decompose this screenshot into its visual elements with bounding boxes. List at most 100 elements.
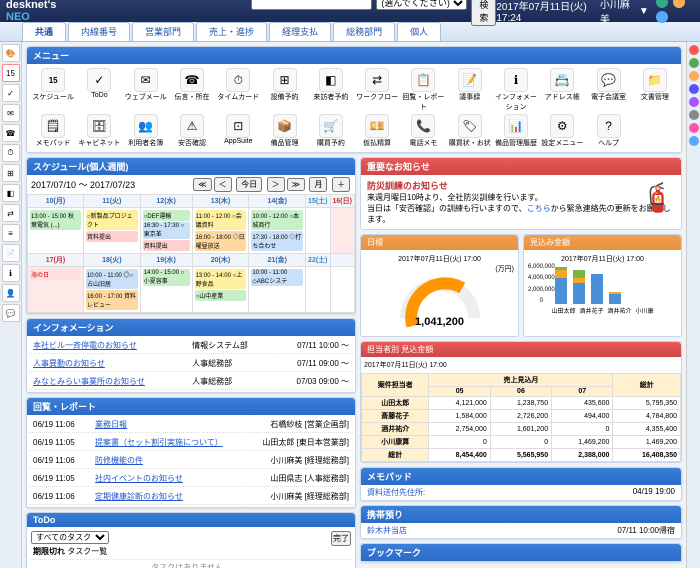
search-category[interactable]: (選んでください) bbox=[376, 0, 467, 10]
app-22[interactable]: 📞電話メモ bbox=[401, 114, 445, 148]
rail-item[interactable]: ⏱ bbox=[2, 144, 20, 162]
bell-icon[interactable] bbox=[673, 0, 685, 8]
ricon[interactable] bbox=[689, 97, 699, 107]
app-21[interactable]: 💴仮払精算 bbox=[355, 114, 399, 148]
search-button[interactable]: 検索 bbox=[471, 0, 496, 26]
sched-prev1[interactable]: ＜ bbox=[214, 177, 232, 192]
app-1[interactable]: ✓ToDo bbox=[77, 68, 121, 112]
user-icon[interactable] bbox=[656, 11, 668, 23]
rail-item[interactable]: ✉ bbox=[2, 104, 20, 122]
event[interactable]: 16:30 - 17:30 ○東京革 bbox=[143, 222, 190, 239]
rail-item[interactable]: 📄 bbox=[2, 244, 20, 262]
app-14[interactable]: 🗒メモパッド bbox=[31, 114, 75, 148]
report-link[interactable]: 業務日報 bbox=[95, 420, 127, 429]
app-9[interactable]: 📝議事録 bbox=[448, 68, 492, 112]
app-6[interactable]: ◧来訪者予約 bbox=[309, 68, 353, 112]
report-link[interactable]: 社内イベントのお知らせ bbox=[95, 474, 183, 483]
event[interactable]: 13:00 - 14:00 ○上野食品 bbox=[195, 269, 247, 289]
app-0[interactable]: 15スケジュール bbox=[31, 68, 75, 112]
sched-prev[interactable]: ≪ bbox=[193, 178, 211, 191]
event[interactable]: ○DEF運輸 bbox=[143, 210, 190, 221]
app-18[interactable]: ⊡AppSuite bbox=[216, 114, 260, 148]
event[interactable]: 16:00 - 17:00 資料レビュー bbox=[86, 290, 138, 310]
rail-item[interactable]: ✓ bbox=[2, 84, 20, 102]
app-13[interactable]: 📁文書管理 bbox=[633, 68, 677, 112]
app-25[interactable]: ⚙設定メニュー bbox=[540, 114, 584, 148]
event[interactable]: 海の日 bbox=[30, 269, 81, 280]
app-2[interactable]: ✉ウェブメール bbox=[124, 68, 168, 112]
header-user[interactable]: 小川麻美 bbox=[600, 0, 633, 26]
info-link[interactable]: みなとみらい事業所のお知らせ bbox=[33, 377, 145, 386]
tab-ext[interactable]: 内線番号 bbox=[68, 22, 130, 41]
app-4[interactable]: ⏱タイムカード bbox=[216, 68, 260, 112]
tab-personal[interactable]: 個人 bbox=[397, 22, 441, 41]
app-19[interactable]: 📦備品管理 bbox=[262, 114, 306, 148]
tab-sales-dept[interactable]: 営業部門 bbox=[132, 22, 194, 41]
event[interactable]: 16:00 - 18:00 ◇日曜昼放送 bbox=[195, 231, 247, 251]
sched-next[interactable]: ≫ bbox=[287, 178, 305, 191]
app-20[interactable]: 🛒購買予約 bbox=[309, 114, 353, 148]
report-link[interactable]: 防修機能の件 bbox=[95, 456, 143, 465]
tab-common[interactable]: 共通 bbox=[22, 22, 66, 41]
event[interactable]: 資料提出 bbox=[143, 240, 190, 251]
rail-item[interactable]: 👤 bbox=[2, 284, 20, 302]
app-7[interactable]: ⇄ワークフロー bbox=[355, 68, 399, 112]
app-10[interactable]: ℹインフォメーション bbox=[494, 68, 538, 112]
info-link[interactable]: 本社ビル一斉停電のお知らせ bbox=[33, 341, 137, 350]
tab-progress[interactable]: 売上・進捗 bbox=[196, 22, 267, 41]
ricon[interactable] bbox=[689, 136, 699, 146]
rail-cal-icon[interactable]: 15 bbox=[2, 64, 20, 82]
todo-done-button[interactable]: 完了 bbox=[331, 531, 351, 546]
ricon[interactable] bbox=[689, 123, 699, 133]
sched-today[interactable]: 今日 bbox=[236, 177, 262, 192]
event[interactable]: 14:00 - 15:00 ○小夏容事 bbox=[143, 269, 190, 286]
sched-month[interactable]: 月 bbox=[309, 177, 327, 192]
presence-link[interactable]: 鈴木井当店 bbox=[367, 525, 407, 536]
ricon[interactable] bbox=[689, 45, 699, 55]
rail-item[interactable]: 💬 bbox=[2, 304, 20, 322]
app-23[interactable]: 🏷購買状・お状 bbox=[448, 114, 492, 148]
app-16[interactable]: 👥利用者名簿 bbox=[124, 114, 168, 148]
app-17[interactable]: ⚠安否確認 bbox=[170, 114, 214, 148]
ricon[interactable] bbox=[689, 110, 699, 120]
ricon[interactable] bbox=[689, 84, 699, 94]
tab-ga[interactable]: 総務部門 bbox=[333, 22, 395, 41]
notice-link[interactable]: こちら bbox=[527, 204, 551, 213]
event[interactable]: 13:00 - 15:00 秋葉電気 (...) bbox=[30, 210, 81, 230]
search-input[interactable] bbox=[251, 0, 372, 10]
event[interactable]: 10:00 - 11:00 ◇ABCシステ bbox=[251, 269, 303, 286]
rail-item[interactable]: ℹ bbox=[2, 264, 20, 282]
event[interactable]: 10:00 - 12:00 ○本城商行 bbox=[251, 210, 303, 230]
rail-palette-icon[interactable]: 🎨 bbox=[2, 44, 20, 62]
ricon[interactable] bbox=[689, 71, 699, 81]
rail-item[interactable]: ◧ bbox=[2, 184, 20, 202]
app-15[interactable]: 🗄キャビネット bbox=[77, 114, 121, 148]
sched-add[interactable]: ＋ bbox=[332, 177, 350, 192]
tasklist-link[interactable]: タスク一覧 bbox=[67, 547, 107, 556]
globe-icon[interactable] bbox=[656, 0, 668, 8]
app-24[interactable]: 📊備品管理履歴 bbox=[494, 114, 538, 148]
event[interactable]: 資料提出 bbox=[86, 231, 138, 242]
app-3[interactable]: ☎伝言・所在 bbox=[170, 68, 214, 112]
app-26[interactable]: ?ヘルプ bbox=[586, 114, 630, 148]
event[interactable]: ○新製品プロジェクト bbox=[86, 210, 138, 230]
app-8[interactable]: 📋回覧・レポート bbox=[401, 68, 445, 112]
rail-item[interactable]: ⇄ bbox=[2, 204, 20, 222]
app-5[interactable]: ⊞設備予約 bbox=[262, 68, 306, 112]
report-link[interactable]: 提案書（セット割引実施について） bbox=[95, 438, 223, 447]
ricon[interactable] bbox=[689, 58, 699, 68]
event[interactable]: 17:30 - 18:00 ◇打ち合わせ bbox=[251, 231, 303, 251]
rail-item[interactable]: ☎ bbox=[2, 124, 20, 142]
rail-item[interactable]: ≡ bbox=[2, 224, 20, 242]
rail-item[interactable]: ⊞ bbox=[2, 164, 20, 182]
memo-link[interactable]: 資料送付先住所: bbox=[367, 487, 425, 498]
info-link[interactable]: 人事異動のお知らせ bbox=[33, 359, 105, 368]
app-12[interactable]: 💬電子会議室 bbox=[586, 68, 630, 112]
report-link[interactable]: 定期健康診断のお知らせ bbox=[95, 492, 183, 501]
todo-filter[interactable]: すべてのタスク bbox=[31, 531, 109, 544]
app-11[interactable]: 📇アドレス帳 bbox=[540, 68, 584, 112]
event[interactable]: ○山中産業 bbox=[195, 290, 247, 301]
event[interactable]: 11:00 - 12:00 ○会議資料 bbox=[195, 210, 247, 230]
sched-next1[interactable]: ＞ bbox=[267, 177, 285, 192]
event[interactable]: 10:00 - 11:00 ◎○占山旧居 bbox=[86, 269, 138, 289]
